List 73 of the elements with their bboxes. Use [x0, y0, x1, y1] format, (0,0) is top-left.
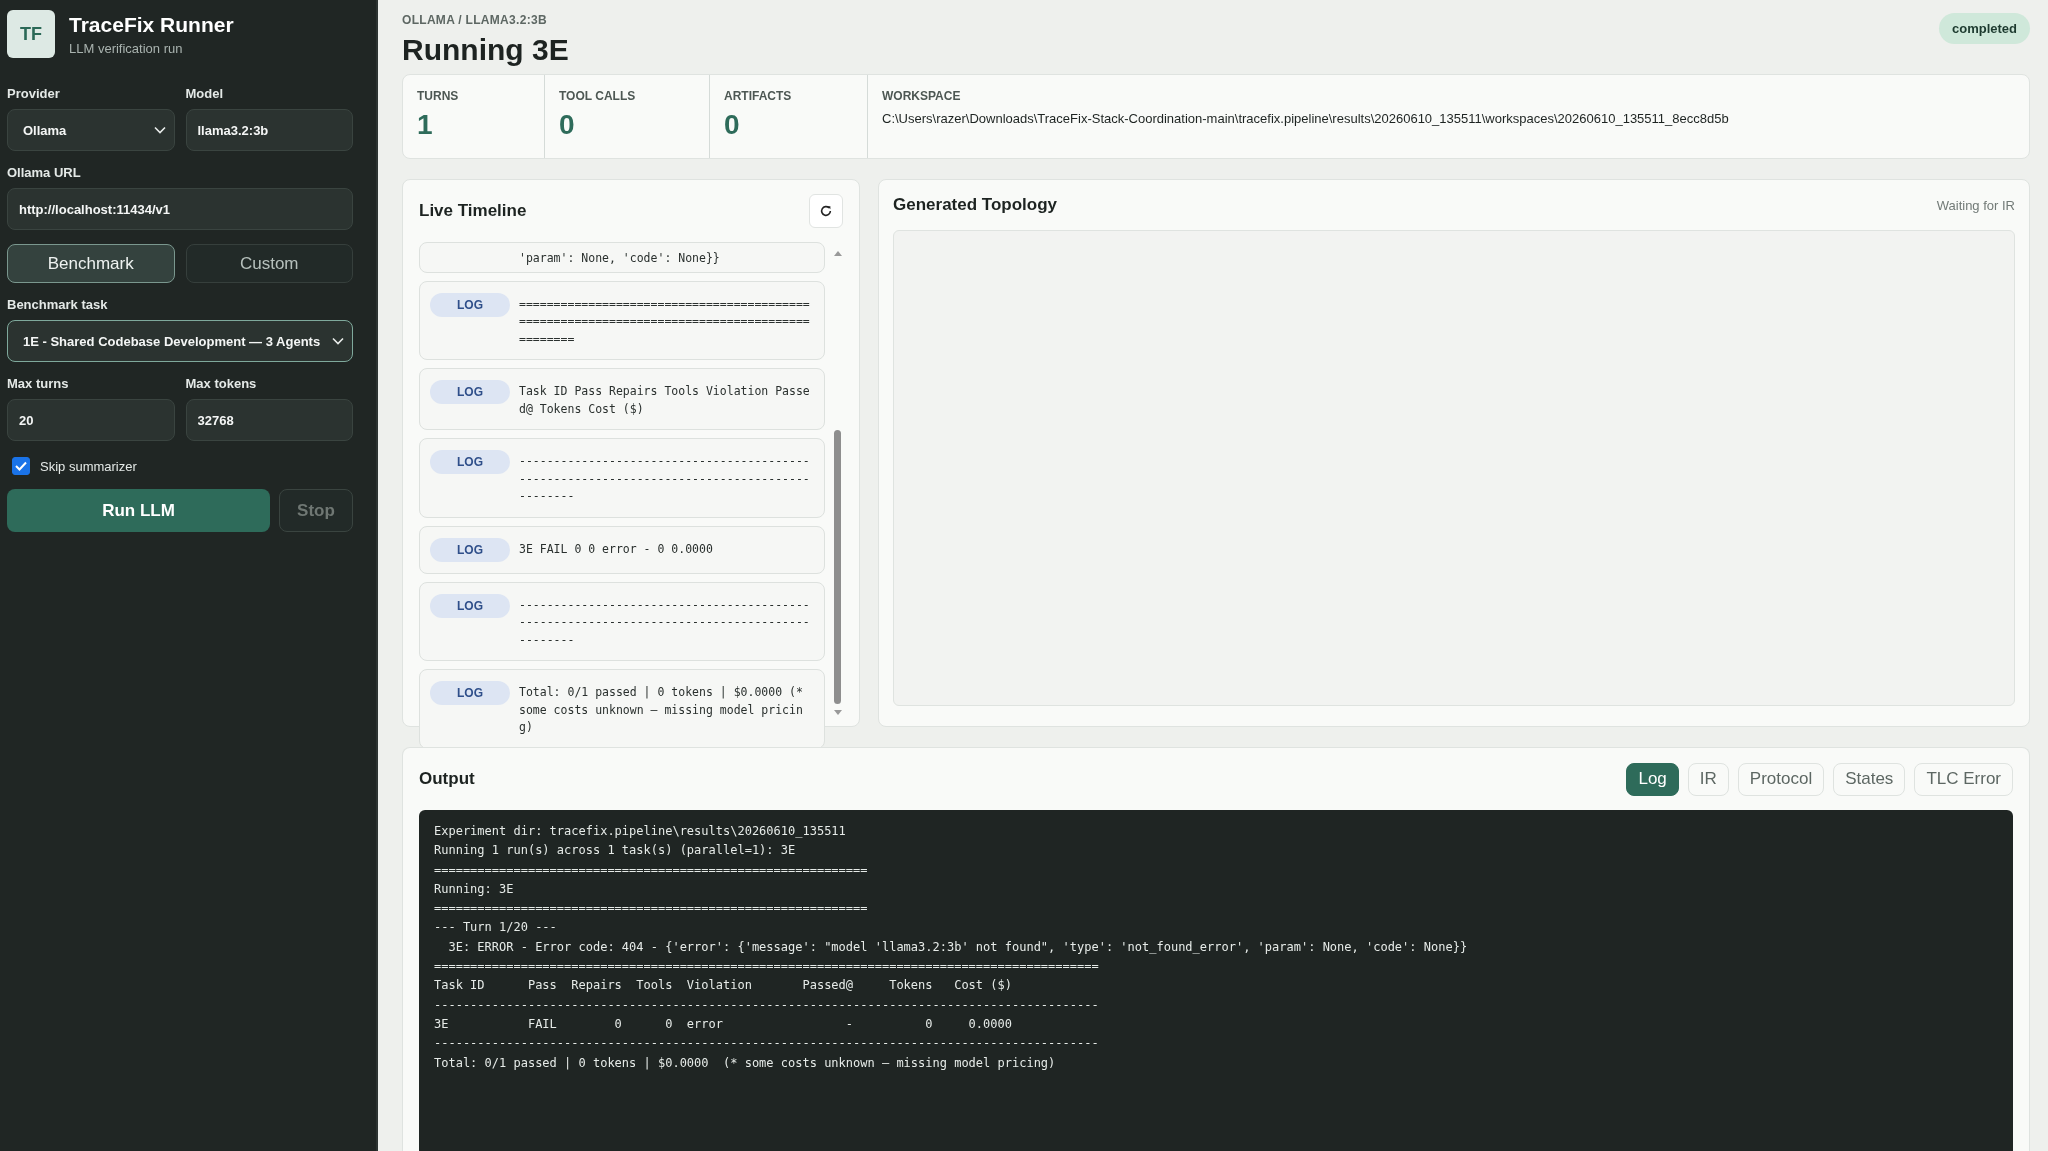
log-tag: LOG: [430, 681, 510, 705]
breadcrumb: OLLAMA / LLAMA3.2:3B: [402, 13, 548, 27]
provider-select[interactable]: Ollama: [7, 109, 175, 151]
log-message: ============================================================================================: [519, 295, 811, 348]
stat-value: 0: [559, 109, 576, 141]
field-label: Max tokens: [185, 376, 258, 391]
field-label: Model: [185, 86, 225, 101]
log-message: Task ID Pass Repairs Tools Violation Passed@ Tokens Cost ($): [519, 383, 811, 418]
field-label: Provider: [7, 86, 61, 101]
topology-status: Waiting for IR: [1936, 197, 2015, 213]
max-tokens-field[interactable]: 32768: [185, 399, 353, 441]
caret-icon: [332, 337, 344, 345]
scrollbar-thumb[interactable]: [834, 429, 841, 704]
stat-label: TOOL CALLS: [559, 89, 637, 103]
panel-title: Output: [419, 769, 475, 789]
checkbox[interactable]: [12, 457, 30, 475]
console-line: Running: 3E: [434, 880, 515, 898]
field-label: Ollama URL: [7, 165, 82, 180]
log-tag: LOG: [430, 292, 510, 317]
log-message: Total: 0/1 passed | 0 tokens | $0.0000 (* some costs unknown — missing model pricing): [519, 684, 804, 736]
url-field[interactable]: http://localhost:11434/v1: [7, 188, 353, 230]
console-line: ============================================================: [434, 861, 869, 879]
stat-label: TURNS: [417, 89, 460, 103]
log-message: --------------------------------------------------------------------------------------------: [519, 596, 811, 649]
checkbox-label: Skip summarizer: [40, 458, 137, 474]
log-tag: LOG: [430, 450, 510, 474]
page-title: Running 3E: [402, 33, 569, 67]
console-line: Running 1 run(s) across 1 task(s) (parallel=1): 3E: [434, 842, 797, 860]
status-badge: completed: [1939, 13, 2030, 44]
console-line: 3E FAIL 0 0 error - 0 0.0000: [434, 1015, 1013, 1033]
console-line: --- Turn 1/20 ---: [434, 919, 558, 937]
field-label: Benchmark task: [7, 297, 109, 312]
log-message: 3E FAIL 0 0 error - 0 0.0000: [519, 540, 713, 558]
output-tab[interactable]: Protocol: [1737, 762, 1825, 796]
console-line: Total: 0/1 passed | 0 tokens | $0.0000 (* some costs unknown — missing model pricing): [434, 1054, 1057, 1072]
refresh-icon: [819, 204, 833, 218]
log-tag: LOG: [430, 537, 510, 562]
field-label: Max turns: [7, 376, 70, 391]
panel-title: Live Timeline: [419, 201, 527, 221]
stat-label: ARTIFACTS: [724, 89, 793, 103]
console-line: ============================================================================================: [434, 958, 1100, 976]
console-line: 3E: ERROR - Error code: 404 - {'error': {'message': "model 'llama3.2:3b' not found", 'type': 'not_found_error', 'param': None, 'code': None}}: [447, 938, 1469, 956]
max-turns-field[interactable]: 20: [7, 399, 175, 441]
model-field[interactable]: llama3.2:3b: [185, 109, 353, 151]
console-line: Experiment dir: tracefix.pipeline\results\20260610_135511: [434, 823, 847, 840]
console-line: --------------------------------------------------------------------------------------------: [434, 996, 1100, 1014]
log-tag: LOG: [430, 380, 510, 404]
console-line: Task ID Pass Repairs Tools Violation Passed@ Tokens Cost ($): [434, 977, 1013, 995]
output-tab[interactable]: IR: [1687, 762, 1729, 796]
scroll-up-icon[interactable]: [834, 250, 842, 256]
log-message: --------------------------------------------------------------------------------------------: [519, 453, 811, 505]
console-line: --------------------------------------------------------------------------------------------: [434, 1035, 1100, 1053]
mode-toggle[interactable]: Custom: [185, 244, 353, 283]
task-select[interactable]: 1E - Shared Codebase Development — 3 Agents: [7, 320, 353, 362]
refresh-button[interactable]: [809, 194, 843, 228]
log-tag: LOG: [430, 593, 510, 618]
app-logo: TF: [7, 10, 55, 58]
output-tab[interactable]: Log: [1626, 762, 1679, 796]
workspace-path: C:\Users\razer\Downloads\TraceFix-Stack-Coordination-main\tracefix.pipeline\results\20260610_135511\workspaces\20260610_135511_8ecc8d5b: [882, 111, 1730, 126]
scroll-down-icon[interactable]: [834, 710, 842, 716]
run-button[interactable]: Run LLM: [7, 489, 270, 532]
app-title: TraceFix Runner: [69, 12, 234, 37]
mode-toggle[interactable]: Benchmark: [7, 244, 175, 283]
output-tab[interactable]: States: [1833, 762, 1906, 796]
stat-label: WORKSPACE: [882, 89, 962, 103]
stat-value: 1: [417, 109, 434, 141]
log-message: 'param': None, 'code': None}}: [519, 250, 720, 267]
app-subtitle: LLM verification run: [69, 40, 184, 56]
output-tab[interactable]: TLC Error: [1914, 762, 2013, 796]
caret-icon: [153, 126, 166, 134]
panel-title: Generated Topology: [893, 195, 1058, 215]
console-line: ============================================================: [434, 900, 869, 918]
stat-value: 0: [724, 109, 741, 141]
